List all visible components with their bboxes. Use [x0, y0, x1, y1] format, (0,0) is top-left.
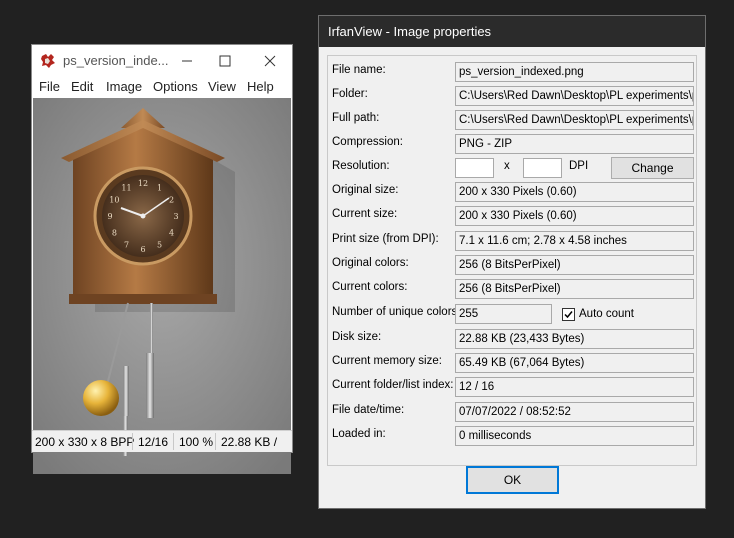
status-dimensions: 200 x 330 x 8 BPP — [35, 435, 135, 449]
image-properties-dialog: IrfanView - Image properties File name: … — [318, 15, 706, 509]
dpi-label: DPI — [569, 160, 589, 172]
clock-numeral: 5 — [157, 241, 162, 250]
clock-numeral: 7 — [124, 241, 129, 250]
change-resolution-button[interactable]: Change — [611, 157, 694, 179]
menu-options[interactable]: Options — [153, 79, 198, 94]
properties-panel: File name: ps_version_indexed.png Folder… — [327, 55, 697, 466]
clock-numeral: 12 — [138, 179, 148, 188]
resolution-label: Resolution: — [332, 160, 390, 172]
status-divider — [132, 433, 133, 450]
maximize-icon[interactable] — [215, 51, 235, 71]
disk-size-label: Disk size: — [332, 331, 382, 343]
viewer-titlebar: ps_version_inde... — [32, 45, 292, 76]
folder-index-label: Current folder/list index: — [332, 379, 454, 391]
clock-numeral: 9 — [107, 212, 112, 221]
original-colors-label: Original colors: — [332, 257, 409, 269]
print-size-label: Print size (from DPI): — [332, 233, 439, 245]
menu-help[interactable]: Help — [247, 79, 274, 94]
loaded-in-label: Loaded in: — [332, 428, 386, 440]
disk-size-field[interactable]: 22.88 KB (23,433 Bytes) — [455, 329, 694, 349]
status-index: 12/16 — [138, 435, 169, 449]
dialog-titlebar: IrfanView - Image properties — [319, 16, 705, 47]
viewer-menubar: File Edit Image Options View Help — [32, 76, 292, 98]
full-path-label: Full path: — [332, 112, 380, 124]
auto-count-checkbox[interactable] — [562, 308, 575, 321]
current-size-field[interactable]: 200 x 330 Pixels (0.60) — [455, 206, 694, 226]
status-filesize: 22.88 KB / — [221, 435, 278, 449]
resolution-x-separator: x — [504, 160, 510, 172]
ok-button[interactable]: OK — [466, 466, 559, 494]
minimize-icon[interactable] — [177, 51, 197, 71]
current-size-label: Current size: — [332, 208, 398, 220]
clock-numeral: 2 — [169, 196, 174, 205]
clock-numeral: 11 — [121, 183, 131, 192]
menu-view[interactable]: View — [208, 79, 236, 94]
compression-label: Compression: — [332, 136, 403, 148]
folder-index-field[interactable]: 12 / 16 — [455, 377, 694, 397]
full-path-field[interactable]: C:\Users\Red Dawn\Desktop\PL experiments… — [455, 110, 694, 130]
unique-colors-label: Number of unique colors: — [332, 306, 461, 318]
auto-count-label[interactable]: Auto count — [579, 308, 634, 320]
resolution-y-input[interactable] — [523, 158, 562, 178]
folder-field[interactable]: C:\Users\Red Dawn\Desktop\PL experiments… — [455, 86, 694, 106]
cuckoo-clock-image: 12 12 3 45 6 789 1011 — [33, 98, 291, 474]
original-size-field[interactable]: 200 x 330 Pixels (0.60) — [455, 182, 694, 202]
folder-label: Folder: — [332, 88, 368, 100]
clock-numeral: 8 — [112, 229, 117, 238]
viewer-title: ps_version_inde... — [63, 53, 169, 68]
viewer-statusbar: 200 x 330 x 8 BPP 12/16 100 % 22.88 KB / — [32, 430, 292, 452]
loaded-in-field[interactable]: 0 milliseconds — [455, 426, 694, 446]
compression-field[interactable]: PNG - ZIP — [455, 134, 694, 154]
dialog-title: IrfanView - Image properties — [328, 24, 492, 39]
print-size-field[interactable]: 7.1 x 11.6 cm; 2.78 x 4.58 inches — [455, 231, 694, 251]
file-name-label: File name: — [332, 64, 386, 76]
clock-numeral: 10 — [109, 196, 119, 205]
status-zoom: 100 % — [179, 435, 214, 449]
file-date-field[interactable]: 07/07/2022 / 08:52:52 — [455, 402, 694, 422]
status-divider — [215, 433, 216, 450]
irfanview-app-icon — [41, 54, 55, 68]
clock-numeral: 3 — [173, 212, 178, 221]
current-colors-label: Current colors: — [332, 281, 408, 293]
menu-edit[interactable]: Edit — [71, 79, 93, 94]
original-size-label: Original size: — [332, 184, 399, 196]
viewer-window: ps_version_inde... File Edit Image Optio… — [31, 44, 293, 474]
memory-size-field[interactable]: 65.49 KB (67,064 Bytes) — [455, 353, 694, 373]
menu-image[interactable]: Image — [106, 79, 142, 94]
status-divider — [173, 433, 174, 450]
checkmark-icon — [564, 311, 573, 319]
file-date-label: File date/time: — [332, 404, 405, 416]
current-colors-field[interactable]: 256 (8 BitsPerPixel) — [455, 279, 694, 299]
menu-file[interactable]: File — [39, 79, 60, 94]
original-colors-field[interactable]: 256 (8 BitsPerPixel) — [455, 255, 694, 275]
image-canvas[interactable]: 12 1 2 3 4 5 6 7 8 9 10 11 — [33, 98, 291, 474]
memory-size-label: Current memory size: — [332, 355, 442, 367]
resolution-x-input[interactable] — [455, 158, 494, 178]
unique-colors-field[interactable]: 255 — [455, 304, 552, 324]
clock-numeral: 4 — [169, 229, 174, 238]
close-icon[interactable] — [260, 51, 280, 71]
clock-numeral: 1 — [157, 183, 162, 192]
file-name-field[interactable]: ps_version_indexed.png — [455, 62, 694, 82]
clock-numeral: 6 — [140, 245, 145, 254]
